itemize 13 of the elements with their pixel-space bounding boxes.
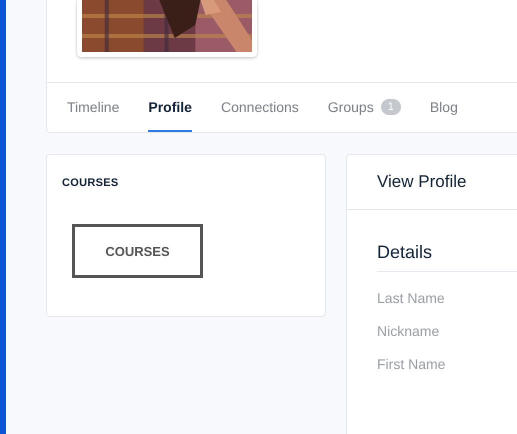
widget-title: COURSES — [62, 177, 120, 189]
profile-tab[interactable]: Groups 1 — [328, 83, 401, 132]
courses-button[interactable]: COURSES — [72, 224, 203, 278]
field-label: Nickname — [377, 323, 440, 339]
field-label: Last Name — [377, 290, 446, 306]
profile-tab[interactable]: Profile — [148, 83, 192, 132]
card-title: View Profile — [377, 172, 466, 192]
profile-tab[interactable]: Timeline — [67, 83, 120, 132]
section-title: Details — [377, 242, 517, 272]
field-label: First Name — [377, 356, 446, 372]
profile-tab[interactable]: Connections — [220, 83, 299, 132]
profile-tab[interactable]: Blog — [430, 83, 458, 132]
count-badge: 1 — [380, 98, 401, 114]
